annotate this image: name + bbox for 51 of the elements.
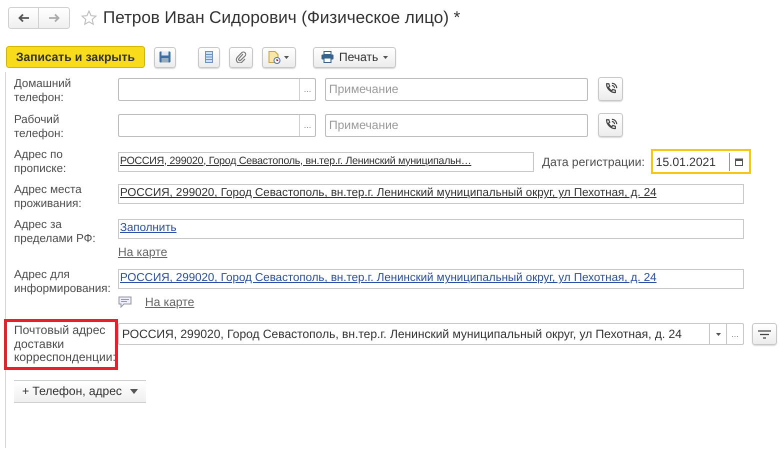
save-and-close-button[interactable]: Записать и закрыть: [6, 46, 145, 68]
comment-icon[interactable]: [118, 296, 132, 308]
ellipsis-button[interactable]: ...: [299, 78, 315, 100]
phone-field[interactable]: ...: [118, 114, 316, 136]
call-button[interactable]: [598, 113, 623, 137]
field-label: Адрес места проживания:: [14, 184, 82, 210]
call-button[interactable]: [598, 77, 623, 101]
create-document-button[interactable]: [262, 46, 296, 68]
star-icon[interactable]: [81, 10, 97, 26]
calendar-icon[interactable]: [735, 158, 744, 166]
field-label: Адрес по прописке:: [14, 149, 66, 174]
caret-icon: [716, 332, 720, 336]
address-field[interactable]: РОССИЯ, 299020, Город Севастополь, вн.тер.г. Ленинский муниципальный округ, ул Пехотная, д. 24: [118, 269, 744, 289]
print-button[interactable]: Печать: [312, 46, 396, 68]
map-link[interactable]: На карте: [118, 243, 168, 261]
ellipsis-button[interactable]: ...: [726, 324, 743, 344]
note-field[interactable]: Примечание: [325, 114, 588, 136]
address-field[interactable]: РОССИЯ, 299020, Город Севастополь, вн.тер.г. Ленинский муниципальный округ, ул Пехотная, д. 24: [118, 184, 744, 204]
caret-icon: [383, 56, 388, 58]
save-button[interactable]: [154, 46, 176, 68]
phone-icon: [604, 82, 618, 96]
add-contact-button[interactable]: + Телефон, адрес: [14, 380, 146, 402]
attach-button[interactable]: [228, 46, 253, 68]
select-field[interactable]: РОССИЯ, 299020, Город Севастополь, вн.тер.г. Ленинский муниципальный округ, ул Пехотная, д. 24 ...: [118, 323, 744, 345]
address-field[interactable]: Заполнить: [118, 219, 744, 239]
list-button[interactable]: [198, 46, 220, 68]
menu-button[interactable]: [752, 323, 777, 345]
phone-field[interactable]: ...: [118, 78, 316, 100]
caret-icon: [284, 56, 290, 58]
field-label: Рабочий телефон:: [14, 114, 64, 140]
document-clock-icon: [268, 50, 282, 64]
field-label: Почтовый адрес доставки корреспонденции:: [14, 323, 116, 364]
date-field[interactable]: 15.01.2021: [650, 149, 751, 174]
menu-icon: [758, 330, 771, 338]
date-label: Дата регистрации:: [542, 154, 645, 170]
address-field[interactable]: РОССИЯ, 299020, Город Севастополь, вн.тер.г. Ленинский муниципальн…: [118, 152, 534, 172]
floppy-icon: [158, 51, 171, 63]
ellipsis-button[interactable]: ...: [299, 114, 315, 136]
phone-icon: [604, 118, 618, 132]
map-link[interactable]: На карте: [145, 293, 194, 311]
window-title: Петров Иван Сидорович (Физическое лицо) *: [103, 7, 460, 30]
back-arrow-icon: [18, 13, 30, 23]
printer-icon: [320, 51, 334, 63]
note-field[interactable]: Примечание: [325, 78, 588, 100]
field-label: Адрес за пределами РФ:: [14, 219, 96, 244]
forward-arrow-icon: [48, 13, 60, 23]
field-label: Адрес для информирования:: [14, 269, 111, 294]
paperclip-icon: [234, 51, 247, 63]
list-icon: [204, 51, 213, 63]
field-label: Домашний телефон:: [14, 78, 72, 104]
caret-icon: [130, 388, 138, 394]
